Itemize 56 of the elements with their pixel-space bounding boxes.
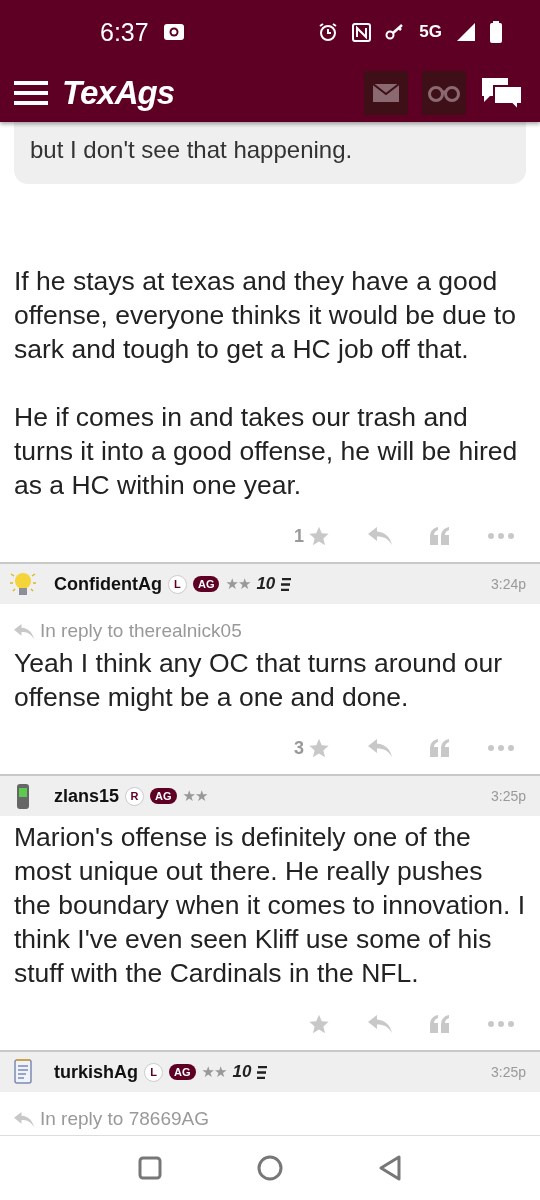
post-text: Yeah I think any OC that turns around our offense might be a one and done. <box>14 647 504 714</box>
rank-label: 10 <box>256 574 276 594</box>
post-text: If he stays at texas and they have a good offense, everyone thinks it would be due to sark and tough to get a HC job off that. <box>14 265 517 366</box>
author-name[interactable]: ConfidentAg <box>54 573 162 595</box>
envelope-icon <box>373 84 399 102</box>
status-time: 6:37 <box>100 17 149 47</box>
reply-arrow-icon <box>14 623 34 639</box>
screenshot-icon <box>162 23 185 41</box>
binoculars-icon <box>428 83 460 103</box>
star-icon <box>308 737 330 759</box>
more-icon[interactable] <box>488 745 514 751</box>
network-label: 5G <box>419 22 442 42</box>
reply-arrow-icon <box>14 1111 34 1127</box>
reply-icon[interactable] <box>368 527 392 545</box>
badge: L <box>144 1062 163 1082</box>
post-time: 3:25p <box>490 788 526 804</box>
more-icon[interactable] <box>488 533 514 539</box>
member-stars: ★★ <box>182 787 208 805</box>
nfc-icon <box>352 22 372 42</box>
home-icon[interactable] <box>257 1155 283 1181</box>
battery-icon <box>490 21 502 43</box>
badge: AG <box>193 576 220 592</box>
back-icon[interactable] <box>378 1155 403 1181</box>
quote-icon[interactable] <box>430 527 450 545</box>
quote-icon[interactable] <box>430 1015 450 1033</box>
bars-icon <box>281 577 292 591</box>
star-icon <box>308 525 330 547</box>
post-time: 3:25p <box>490 1064 526 1080</box>
signal-icon <box>456 22 476 42</box>
badge: L <box>168 574 187 594</box>
badge: R <box>125 786 145 806</box>
star-icon <box>308 1013 330 1035</box>
like-button[interactable] <box>308 1013 330 1035</box>
menu-icon[interactable] <box>14 80 48 106</box>
bars-icon <box>257 1065 268 1079</box>
reply-icon[interactable] <box>368 739 392 757</box>
recent-apps-icon[interactable] <box>137 1156 162 1180</box>
app-logo[interactable]: TexAgs <box>62 74 174 112</box>
badge: AG <box>150 788 177 804</box>
badge: AG <box>169 1064 196 1080</box>
binoculars-button[interactable] <box>422 71 466 115</box>
post-text: Marion's offense is definitely one of the most unique out there. He really pushes the boundary when it comes to innovation. I think I've even seen Kliff use some of his stuff with the Cardinals in the NFL. <box>14 821 526 990</box>
author-name[interactable]: turkishAg <box>54 1061 138 1083</box>
post-text: He if comes in and takes our trash and turns it into a good offense, he will be hired as a HC within one year. <box>14 401 519 502</box>
quote-box: but I don't see that happening. <box>14 122 526 184</box>
post-time: 3:24p <box>490 576 526 592</box>
rank-label: 10 <box>232 1062 252 1082</box>
quote-icon[interactable] <box>430 739 450 757</box>
member-stars: ★★ <box>201 1063 227 1081</box>
member-stars: ★★ <box>225 575 251 593</box>
alarm-icon <box>318 22 339 42</box>
chat-icon[interactable] <box>480 76 524 110</box>
author-name[interactable]: zlans15 <box>54 785 120 807</box>
messages-button[interactable] <box>364 71 408 115</box>
more-icon[interactable] <box>488 1021 514 1027</box>
reply-icon[interactable] <box>368 1015 392 1033</box>
